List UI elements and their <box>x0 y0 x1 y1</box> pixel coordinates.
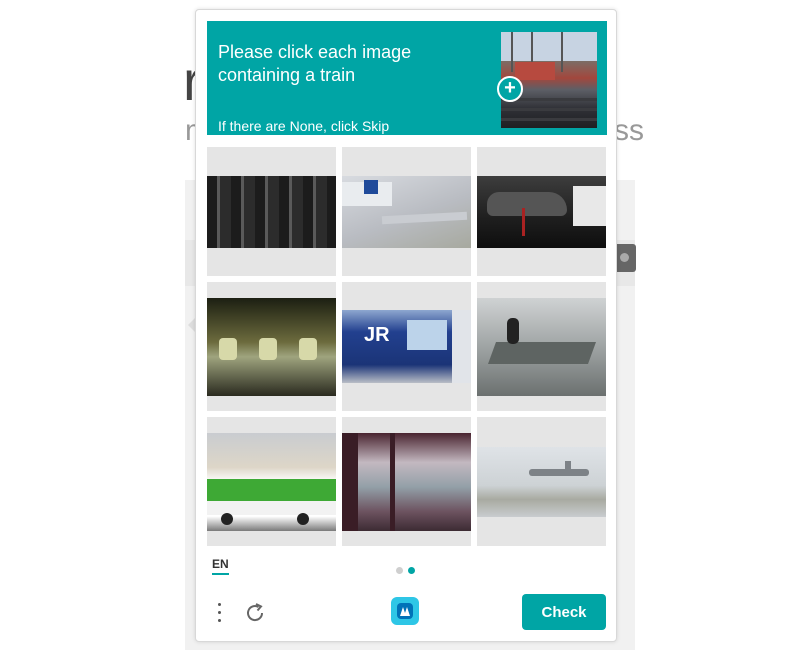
language-selector[interactable]: EN <box>212 557 229 575</box>
pagination-dot-active[interactable] <box>408 567 415 574</box>
grid-tile-airplane-wing[interactable] <box>342 147 471 276</box>
background-side-handle <box>614 244 636 272</box>
grid-tile-boat[interactable] <box>477 282 606 411</box>
challenge-subtitle: If there are None, click Skip <box>218 118 390 134</box>
grid-tile-green-bus[interactable] <box>207 417 336 546</box>
hcaptcha-logo-icon <box>389 595 421 627</box>
grid-tile-subway-car-interior[interactable] <box>207 282 336 411</box>
grid-tile-jr-train[interactable]: JR <box>342 282 471 411</box>
image-grid: JR <box>207 147 607 547</box>
plus-icon[interactable]: + <box>497 76 523 102</box>
pagination-dot[interactable] <box>396 567 403 574</box>
kebab-menu-icon[interactable] <box>214 600 226 626</box>
tile-image <box>342 433 471 531</box>
check-button[interactable]: Check <box>522 594 606 630</box>
tile-image <box>207 298 336 396</box>
tile-image <box>207 433 336 531</box>
refresh-icon[interactable] <box>242 600 268 626</box>
tile-image: JR <box>342 310 471 383</box>
background-subtext-right: ss <box>614 114 644 147</box>
grid-tile-subway-platform[interactable] <box>207 147 336 276</box>
tile-image <box>477 176 606 248</box>
grid-tile-sports-car[interactable] <box>477 147 606 276</box>
challenge-prompt: Please click each image containing a tra… <box>207 21 607 135</box>
tile-image <box>477 298 606 396</box>
grid-tile-airplane-runway[interactable] <box>477 417 606 546</box>
grid-tile-train-window-view[interactable] <box>342 417 471 546</box>
tile-image <box>477 447 606 517</box>
tile-image <box>342 176 471 248</box>
captcha-widget: Please click each image containing a tra… <box>195 9 617 642</box>
tile-image <box>207 176 336 248</box>
challenge-title: Please click each image containing a tra… <box>218 42 412 85</box>
